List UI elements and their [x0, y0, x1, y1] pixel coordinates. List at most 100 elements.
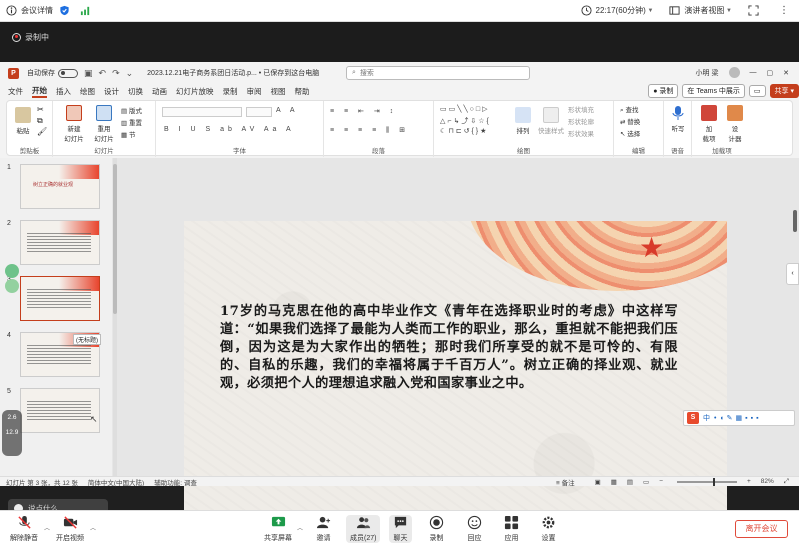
fit-slide-icon[interactable]: ⤢	[784, 478, 789, 486]
chevron-up-icon[interactable]: ︿	[297, 523, 303, 532]
fullscreen-button[interactable]	[748, 5, 763, 16]
slide-thumbnail-1[interactable]: 树立正确的就业观	[20, 164, 100, 209]
restore-icon[interactable]: ▢	[767, 69, 774, 77]
format-painter-icon[interactable]: 🖌	[37, 127, 47, 136]
tab-file[interactable]: 文件	[8, 86, 23, 97]
record-button[interactable]: ● 录制	[648, 84, 679, 98]
quick-styles-button[interactable]: 快速样式	[538, 107, 564, 135]
share-screen-button[interactable]: 共享屏幕	[264, 515, 292, 543]
comments-button[interactable]: ▭	[748, 85, 766, 97]
shape-effects-button[interactable]: 形状效果	[568, 128, 594, 138]
search-box[interactable]: ⌕ 搜索	[346, 66, 530, 80]
shape-outline-button[interactable]: 形状轮廓	[568, 116, 594, 126]
accessibility-indicator[interactable]: 辅助功能: 调查	[154, 477, 197, 487]
dictate-button[interactable]: 听写	[668, 105, 688, 133]
list-controls[interactable]: ≡ ≡ ⇤ ⇥ ↕	[330, 107, 397, 115]
members-button[interactable]: 成员(27)	[346, 515, 381, 543]
reading-view-icon[interactable]: ▤	[627, 478, 633, 486]
new-slide-button[interactable]: 新建 幻灯片	[61, 105, 87, 143]
shapes-gallery-row2[interactable]: △⌐↳⤴⇩☆{	[440, 116, 491, 126]
redo-icon[interactable]: ↷	[112, 68, 120, 79]
autosave-toggle[interactable]	[58, 68, 78, 78]
slide-thumbnail-2[interactable]	[20, 220, 100, 265]
unmute-button[interactable]: 解除静音	[10, 515, 38, 543]
notes-button[interactable]: ≡ 备注	[556, 477, 585, 487]
layout-button[interactable]: ▤ 版式	[121, 105, 142, 115]
normal-view-icon[interactable]: ▣	[595, 478, 601, 486]
shapes-gallery[interactable]: ▭▭╲╲○□▷	[440, 105, 490, 113]
reuse-slides-button[interactable]: 重用 幻灯片	[91, 105, 117, 143]
meeting-timer[interactable]: 22:17(60分钟) ▼	[580, 5, 653, 16]
slide-counter[interactable]: 幻灯片 第 3 张，共 12 张	[6, 477, 78, 487]
designer-button[interactable]: 设 计器	[724, 105, 746, 143]
chevron-up-icon[interactable]: ︿	[44, 523, 50, 532]
tab-help[interactable]: 帮助	[295, 86, 310, 97]
invite-button[interactable]: 邀请	[316, 515, 331, 543]
network-stats-pill[interactable]: 2.6 12.9	[2, 410, 22, 456]
network-signal[interactable]	[80, 5, 95, 16]
font-size-dropdown[interactable]	[246, 107, 272, 117]
tab-record[interactable]: 录制	[223, 86, 238, 97]
more-button[interactable]: ⋮	[779, 5, 789, 16]
meeting-details[interactable]: 会议详情	[6, 5, 53, 16]
user-name[interactable]: 小明 梁	[696, 68, 719, 78]
tab-review[interactable]: 审阅	[247, 86, 262, 97]
language-indicator[interactable]: 简体中文(中国大陆)	[88, 477, 144, 487]
font-format-row[interactable]: B I U S ab AV Aa A	[164, 126, 295, 133]
chat-button[interactable]: 聊天	[389, 515, 412, 543]
shapes-gallery-row3[interactable]: ☾⊓⊏↺{}★	[440, 127, 488, 135]
security-shield[interactable]	[59, 5, 74, 16]
zoom-level[interactable]: 82%	[761, 478, 774, 485]
reset-button[interactable]: ▥ 重置	[121, 117, 142, 127]
zoom-out-icon[interactable]: −	[659, 478, 663, 485]
zoom-in-icon[interactable]: +	[747, 478, 751, 485]
thumbnails-scrollbar[interactable]	[113, 158, 117, 476]
scrollbar-handle[interactable]	[113, 164, 117, 314]
addins-button[interactable]: 加 载项	[698, 105, 720, 143]
save-icon[interactable]: ▣	[84, 68, 93, 79]
select-button[interactable]: ↖ 选择	[620, 128, 640, 138]
cut-icon[interactable]: ✂	[37, 105, 44, 114]
close-icon[interactable]: ✕	[783, 69, 789, 77]
shape-fill-button[interactable]: 形状填充	[568, 104, 594, 114]
tab-home[interactable]: 开始	[32, 85, 47, 98]
paste-button[interactable]: 粘贴	[13, 107, 33, 135]
arrange-button[interactable]: 排列	[512, 107, 534, 135]
view-mode-selector[interactable]: 演讲者视图 ▼	[669, 5, 732, 16]
replace-button[interactable]: ⇄ 替换	[620, 116, 640, 126]
ime-language[interactable]: 中	[703, 413, 710, 423]
settings-button[interactable]: 设置	[541, 515, 556, 543]
tab-insert[interactable]: 插入	[56, 86, 71, 97]
ime-tool-icons[interactable]: •◖✎▦▪▪▪	[714, 414, 762, 422]
leave-meeting-button[interactable]: 离开会议	[735, 520, 788, 538]
tab-draw[interactable]: 绘图	[80, 86, 95, 97]
scrollbar-handle[interactable]	[793, 210, 797, 232]
react-button[interactable]: 回应	[467, 515, 482, 543]
find-button[interactable]: ⌕ 查找	[620, 104, 638, 115]
slideshow-view-icon[interactable]: ▭	[643, 478, 649, 486]
start-video-button[interactable]: 开启视频	[56, 515, 84, 543]
sorter-view-icon[interactable]: ▦	[611, 478, 617, 486]
share-button[interactable]: 共享 ▾	[769, 84, 799, 98]
slide-body-text[interactable]: 17岁的马克思在他的高中毕业作文《青年在选择职业时的考虑》中这样写道：“如果我们…	[220, 303, 678, 393]
autosave-control[interactable]: 自动保存	[27, 68, 78, 78]
tab-slideshow[interactable]: 幻灯片放映	[176, 86, 214, 97]
slide-thumbnail-5[interactable]	[20, 388, 100, 433]
chevron-up-icon[interactable]: ︿	[90, 523, 96, 532]
record-meeting-button[interactable]: 录制	[429, 515, 444, 543]
minimize-icon[interactable]: —	[750, 69, 757, 76]
alignment-controls[interactable]: ≡ ≡ ≡ ≡ ⫼ ⊞	[330, 126, 409, 135]
meeting-side-green-icon[interactable]	[5, 264, 19, 278]
slide-thumbnail-3[interactable]	[20, 276, 100, 321]
tab-view[interactable]: 视图	[271, 86, 286, 97]
apps-button[interactable]: 应用	[504, 515, 519, 543]
recording-indicator[interactable]: 录制中	[12, 30, 49, 44]
main-right-scrollbar[interactable]	[793, 100, 797, 460]
font-size-controls[interactable]: A A	[276, 107, 299, 114]
meeting-side-green-icon-2[interactable]	[5, 279, 19, 293]
copy-icon[interactable]: ⧉	[37, 116, 43, 126]
tab-design[interactable]: 设计	[104, 86, 119, 97]
font-name-dropdown[interactable]	[162, 107, 242, 117]
customize-quick-access-icon[interactable]: ⌄	[126, 68, 134, 79]
undo-icon[interactable]: ↶	[99, 68, 107, 79]
